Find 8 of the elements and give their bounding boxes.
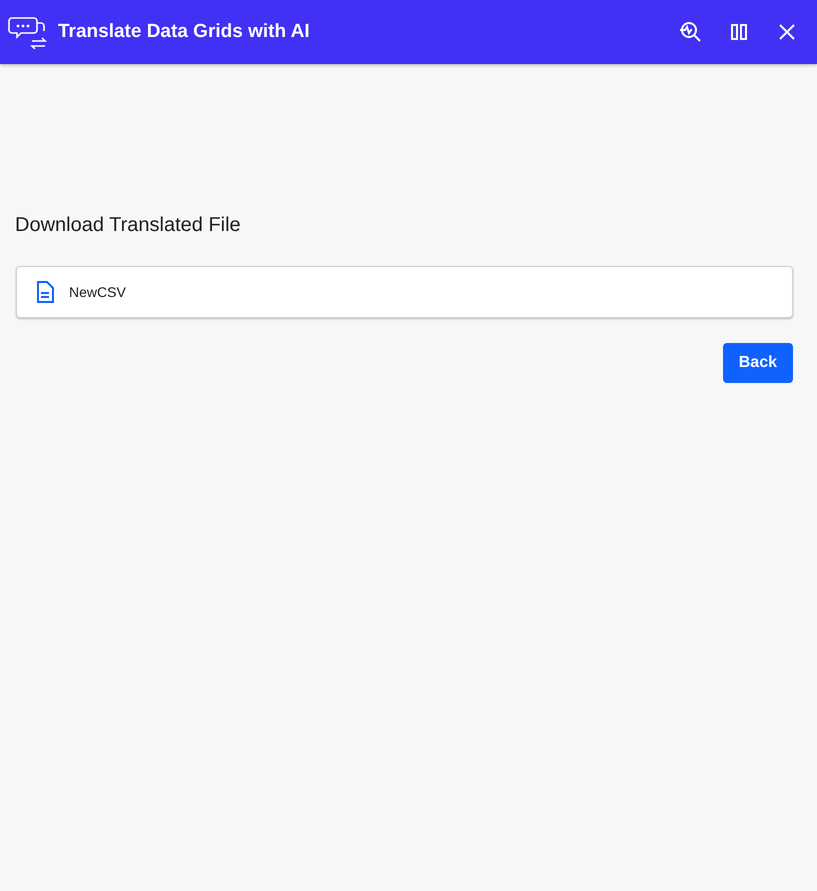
document-icon	[36, 281, 54, 303]
window-title: Translate Data Grids with AI	[58, 21, 311, 43]
chat-translate-icon	[8, 15, 48, 49]
file-item[interactable]: NewCSV	[16, 266, 793, 318]
search-icon[interactable]	[679, 20, 703, 44]
back-button[interactable]: Back	[722, 343, 793, 383]
file-name: NewCSV	[69, 284, 126, 300]
section-title: Download Translated File	[15, 214, 242, 237]
